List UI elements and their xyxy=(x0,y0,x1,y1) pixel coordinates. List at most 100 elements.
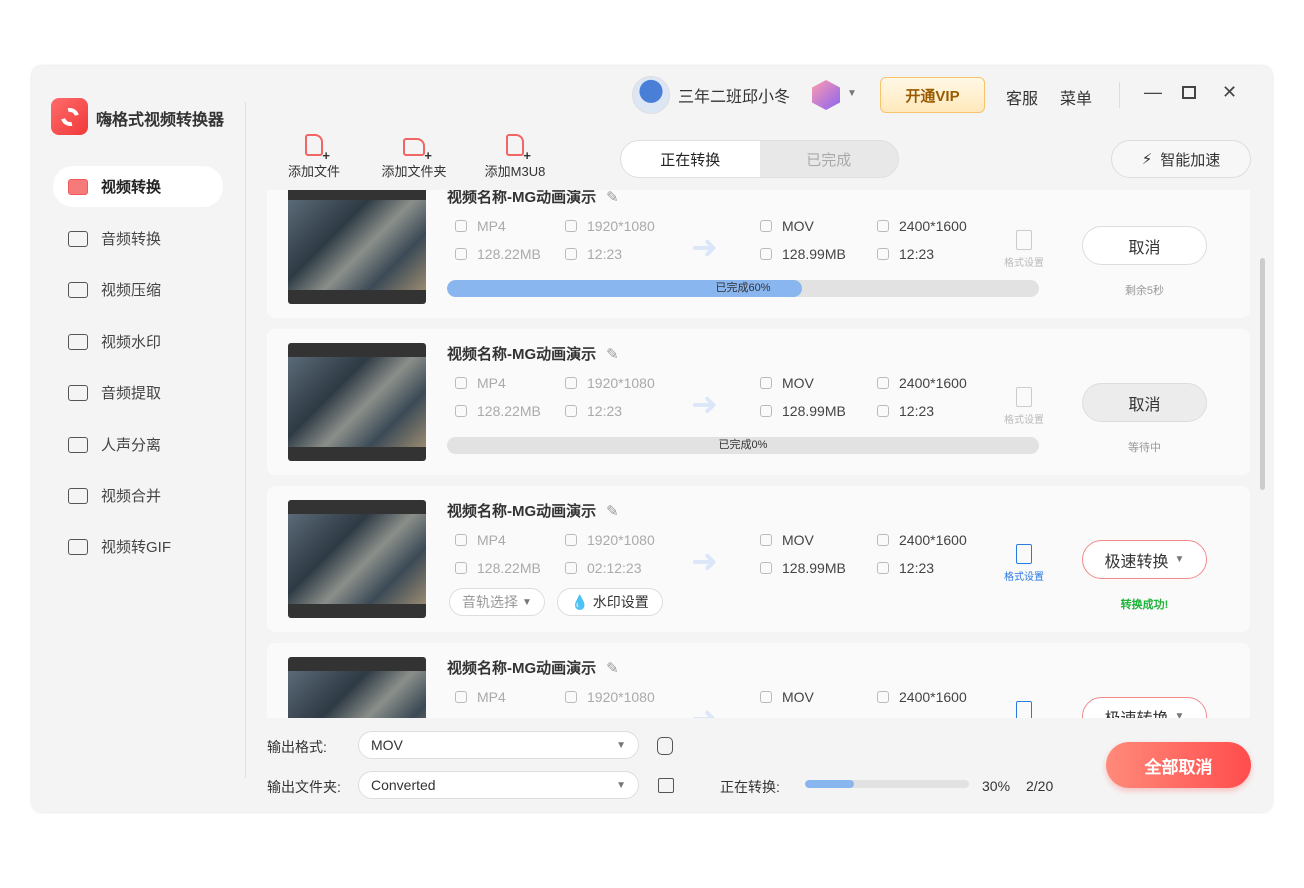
sidebar-item-6[interactable]: 视频合并 xyxy=(53,475,223,516)
sidebar-item-5[interactable]: 人声分离 xyxy=(53,424,223,465)
src-format: MP4 xyxy=(455,218,506,234)
resolution-icon xyxy=(565,691,577,703)
accelerate-button[interactable]: ⚡ 智能加速 xyxy=(1111,140,1251,178)
tab-completed[interactable]: 已完成 xyxy=(760,141,899,177)
arrow-right-icon: ➜ xyxy=(691,386,718,422)
add-m3u8-button[interactable]: 添加M3U8 xyxy=(475,134,555,180)
tab-converting[interactable]: 正在转换 xyxy=(621,141,760,177)
task-card: 视频名称-MG动画演示 ✎ MP4 1920*1080 128.22MB 02:12:2… xyxy=(267,486,1250,632)
sidebar-item-7[interactable]: 视频转GIF xyxy=(53,526,223,567)
audio-track-select[interactable]: 音轨选择 ▼ xyxy=(449,588,545,616)
button-label: 取消 xyxy=(1128,396,1161,414)
output-format-label: 输出格式: xyxy=(267,739,327,755)
edit-icon[interactable]: ✎ xyxy=(606,660,619,677)
format-settings-icon[interactable] xyxy=(657,737,673,755)
cancel-button[interactable]: 取消 xyxy=(1082,226,1207,265)
task-status: 转换成功! xyxy=(1120,599,1169,611)
output-format-select[interactable]: MOV ▼ xyxy=(358,731,639,759)
service-link[interactable]: 客服 xyxy=(1006,85,1038,109)
app-logo xyxy=(51,98,88,135)
maximize-icon[interactable] xyxy=(1182,86,1196,99)
format-icon xyxy=(760,377,772,389)
file-size-icon xyxy=(760,248,772,260)
src-dur: 12:23 xyxy=(565,403,622,419)
overall-percent: 30% xyxy=(982,778,1011,794)
sidebar-item-label: 音频转换 xyxy=(101,231,162,248)
sidebar-item-4[interactable]: 音频提取 xyxy=(53,372,223,413)
format-icon xyxy=(760,220,772,232)
add-file-button[interactable]: 添加文件 xyxy=(274,134,354,180)
minimize-icon[interactable]: — xyxy=(1144,82,1162,103)
src-res-value: 1920*1080 xyxy=(587,689,655,705)
task-card: 视频名称-MG动画演示 ✎ MP4 1920*1080 128.22MB 12:23 ➜… xyxy=(267,329,1250,475)
file-size-icon xyxy=(455,562,467,574)
resolution-icon xyxy=(565,534,577,546)
add-folder-icon xyxy=(403,138,432,163)
edit-icon[interactable]: ✎ xyxy=(606,503,619,520)
clock-icon xyxy=(565,248,577,260)
cancel-button[interactable]: 取消 xyxy=(1082,383,1207,422)
vip-badge-icon[interactable] xyxy=(812,80,840,110)
file-size-icon xyxy=(455,248,467,260)
resolution-icon xyxy=(877,220,889,232)
src-size: 128.22MB xyxy=(455,560,541,576)
format-icon xyxy=(455,691,467,703)
src-format: MP4 xyxy=(455,689,506,705)
src-res: 1920*1080 xyxy=(565,375,655,391)
menu-link[interactable]: 菜单 xyxy=(1060,85,1092,109)
watermark-button[interactable]: 💧 水印设置 xyxy=(557,588,663,616)
close-icon[interactable]: ✕ xyxy=(1222,82,1237,103)
output-folder-value: Converted xyxy=(371,777,436,793)
format-settings-button[interactable]: 格式设置 xyxy=(999,544,1049,583)
format-settings-button[interactable]: 格式设置 xyxy=(999,387,1049,426)
chevron-down-icon: ▼ xyxy=(616,739,626,751)
format-icon xyxy=(455,220,467,232)
src-format: MP4 xyxy=(455,532,506,548)
edit-icon[interactable]: ✎ xyxy=(606,190,619,206)
video-name: 视频名称-MG动画演示 xyxy=(447,346,597,363)
sidebar-item-1[interactable]: 音频转换 xyxy=(53,218,223,259)
chevron-down-icon: ▼ xyxy=(1174,711,1185,718)
output-folder-select[interactable]: Converted ▼ xyxy=(358,771,639,799)
clock-icon xyxy=(565,405,577,417)
cancel-all-button[interactable]: 全部取消 xyxy=(1106,742,1251,788)
video-name: 视频名称-MG动画演示 xyxy=(447,190,597,206)
fast-convert-button[interactable]: 极速转换 ▼ xyxy=(1082,697,1207,718)
format-settings-button[interactable] xyxy=(999,701,1049,718)
src-size: 128.22MB xyxy=(455,246,541,262)
video-merge-icon xyxy=(68,487,88,504)
chevron-down-icon[interactable]: ▼ xyxy=(847,88,857,99)
avatar[interactable] xyxy=(632,76,670,114)
folder-icon[interactable] xyxy=(658,778,674,793)
src-dur: 12:23 xyxy=(565,246,622,262)
resolution-icon xyxy=(877,691,889,703)
scrollbar[interactable] xyxy=(1260,258,1265,490)
src-size-value: 128.22MB xyxy=(477,560,541,576)
audio-extract-icon xyxy=(68,384,88,401)
sidebar-item-2[interactable]: 视频压缩 xyxy=(53,269,223,310)
format-settings-button[interactable]: 格式设置 xyxy=(999,230,1049,269)
chevron-down-icon: ▼ xyxy=(522,596,532,608)
task-status: 等待中 xyxy=(1128,442,1161,454)
resolution-icon xyxy=(877,534,889,546)
header-divider xyxy=(1119,82,1120,108)
app-title: 嗨格式视频转换器 xyxy=(96,112,225,129)
dst-size: 128.99MB xyxy=(760,560,846,576)
button-label: 取消 xyxy=(1128,239,1161,257)
vip-button[interactable]: 开通VIP xyxy=(880,77,985,113)
converting-label: 正在转换: xyxy=(720,779,780,795)
format-settings-label: 格式设置 xyxy=(1004,415,1044,426)
dst-dur-value: 12:23 xyxy=(899,403,935,419)
video-convert-icon xyxy=(68,178,88,195)
edit-icon[interactable]: ✎ xyxy=(606,346,619,363)
fast-convert-button[interactable]: 极速转换 ▼ xyxy=(1082,540,1207,579)
sidebar-item-0[interactable]: 视频转换 xyxy=(53,166,223,207)
dst-res-value: 2400*1600 xyxy=(899,532,967,548)
user-profile[interactable]: 三年二班邱小冬 xyxy=(632,76,790,114)
lightning-icon: ⚡ xyxy=(1141,151,1153,168)
src-dur-value: 12:23 xyxy=(587,403,623,419)
add-folder-button[interactable]: 添加文件夹 xyxy=(374,134,454,180)
sidebar-item-3[interactable]: 视频水印 xyxy=(53,321,223,362)
dst-size-value: 128.99MB xyxy=(782,246,846,262)
dst-size-value: 128.99MB xyxy=(782,560,846,576)
